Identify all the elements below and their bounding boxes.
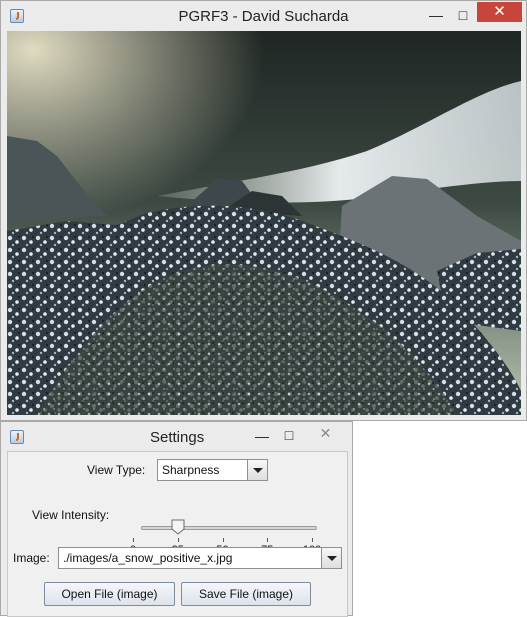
slider-tick <box>312 538 313 542</box>
view-type-select[interactable]: Sharpness <box>157 459 268 481</box>
slider-tick <box>177 538 179 542</box>
main-window: PGRF3 - David Sucharda — □ ✕ <box>0 0 527 421</box>
minimize-button[interactable]: — <box>425 5 447 25</box>
intensity-slider-track[interactable] <box>141 526 317 530</box>
render-viewport[interactable] <box>7 31 521 415</box>
java-app-icon <box>10 430 24 444</box>
close-button[interactable]: ✕ <box>303 423 348 443</box>
image-path-value: ./images/a_snow_positive_x.jpg <box>63 551 233 565</box>
terrain-render <box>7 31 521 415</box>
maximize-button[interactable]: □ <box>278 425 300 445</box>
chevron-down-icon[interactable] <box>247 460 267 480</box>
settings-title: Settings <box>150 429 205 446</box>
chevron-down-icon[interactable] <box>321 548 341 568</box>
settings-window: Settings — □ ✕ View Type: Sharpness View… <box>0 421 353 617</box>
image-label: Image: <box>13 551 50 565</box>
slider-tick <box>133 538 134 542</box>
view-type-label: View Type: <box>87 463 146 477</box>
view-intensity-label: View Intensity: <box>32 508 110 522</box>
maximize-button[interactable]: □ <box>452 5 474 25</box>
minimize-button[interactable]: — <box>251 426 273 446</box>
main-titlebar[interactable]: PGRF3 - David Sucharda — □ ✕ <box>1 1 526 31</box>
settings-titlebar[interactable]: Settings — □ ✕ <box>1 422 352 452</box>
settings-panel: View Type: Sharpness View Intensity: 025… <box>7 451 348 617</box>
intensity-slider-thumb[interactable] <box>171 519 185 535</box>
save-file-button[interactable]: Save File (image) <box>181 582 311 606</box>
slider-tick <box>222 538 224 542</box>
image-select[interactable]: ./images/a_snow_positive_x.jpg <box>58 547 342 569</box>
view-type-value: Sharpness <box>162 463 220 477</box>
slider-tick <box>267 538 269 542</box>
open-file-button[interactable]: Open File (image) <box>44 582 175 606</box>
window-title: PGRF3 - David Sucharda <box>178 8 349 25</box>
close-button[interactable]: ✕ <box>477 2 522 22</box>
